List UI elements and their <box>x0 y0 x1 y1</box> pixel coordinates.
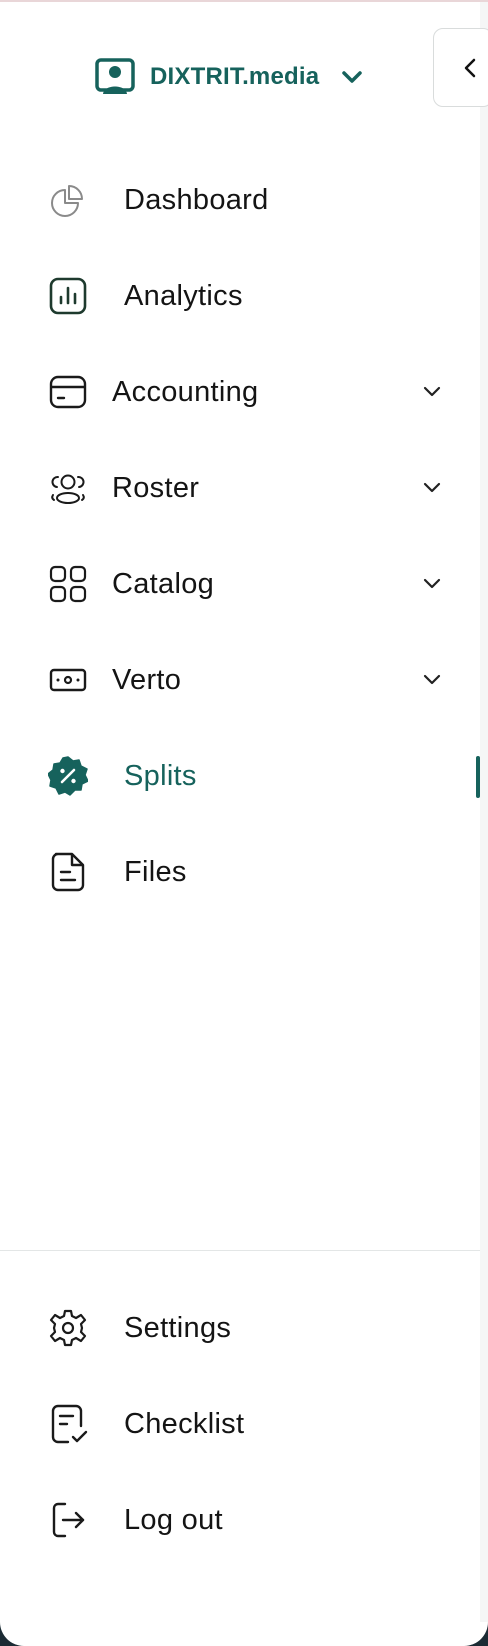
chevron-down-icon <box>423 674 441 685</box>
nav-item-accounting[interactable]: Accounting <box>0 362 480 422</box>
grid-icon <box>48 564 88 604</box>
credit-card-icon <box>48 372 88 412</box>
nav-item-settings[interactable]: Settings <box>0 1298 480 1358</box>
users-icon <box>48 468 88 508</box>
pie-chart-icon <box>48 180 88 220</box>
nav-item-analytics[interactable]: Analytics <box>0 266 480 326</box>
nav-item-checklist[interactable]: Checklist <box>0 1394 480 1454</box>
nav-item-dashboard[interactable]: Dashboard <box>0 170 480 230</box>
percent-badge-icon <box>48 756 88 796</box>
nav-label-files: Files <box>124 855 187 888</box>
gear-icon <box>48 1308 88 1348</box>
nav-label-splits: Splits <box>124 759 197 792</box>
nav-label-settings: Settings <box>124 1311 232 1344</box>
nav-label-analytics: Analytics <box>124 279 243 312</box>
org-name: DIXTRIT.media <box>150 63 320 90</box>
banknote-icon <box>48 660 88 700</box>
nav-item-verto[interactable]: Verto <box>0 650 480 710</box>
chevron-down-icon <box>423 386 441 397</box>
nav-label-accounting: Accounting <box>112 375 259 408</box>
chevron-down-icon <box>423 482 441 493</box>
logout-icon <box>48 1500 88 1540</box>
nav-label-catalog: Catalog <box>112 567 215 600</box>
nav-item-files[interactable]: Files <box>0 842 480 902</box>
divider <box>0 1250 480 1251</box>
nav-label-dashboard: Dashboard <box>124 183 269 216</box>
org-switcher[interactable]: DIXTRIT.media <box>94 54 365 100</box>
collapse-sidebar-button[interactable] <box>433 28 488 107</box>
nav-item-roster[interactable]: Roster <box>0 458 480 518</box>
sidebar: DIXTRIT.media Dashboard Analytics Accoun… <box>0 2 488 1646</box>
file-text-icon <box>48 852 88 892</box>
nav-item-logout[interactable]: Log out <box>0 1490 480 1550</box>
user-id-card-icon <box>95 58 135 94</box>
nav-label-logout: Log out <box>124 1503 223 1536</box>
nav-item-splits[interactable]: Splits <box>0 746 480 806</box>
chevron-down-icon <box>423 578 441 589</box>
nav-label-checklist: Checklist <box>124 1407 245 1440</box>
checklist-icon <box>48 1404 88 1444</box>
window-corner <box>0 1622 488 1646</box>
nav-label-verto: Verto <box>112 663 182 696</box>
chevron-left-icon <box>464 58 476 77</box>
active-indicator <box>476 756 480 798</box>
content-edge <box>480 2 488 1646</box>
nav-label-roster: Roster <box>112 471 200 504</box>
bar-chart-icon <box>48 276 88 316</box>
nav-item-catalog[interactable]: Catalog <box>0 554 480 614</box>
chevron-down-icon <box>342 71 363 83</box>
